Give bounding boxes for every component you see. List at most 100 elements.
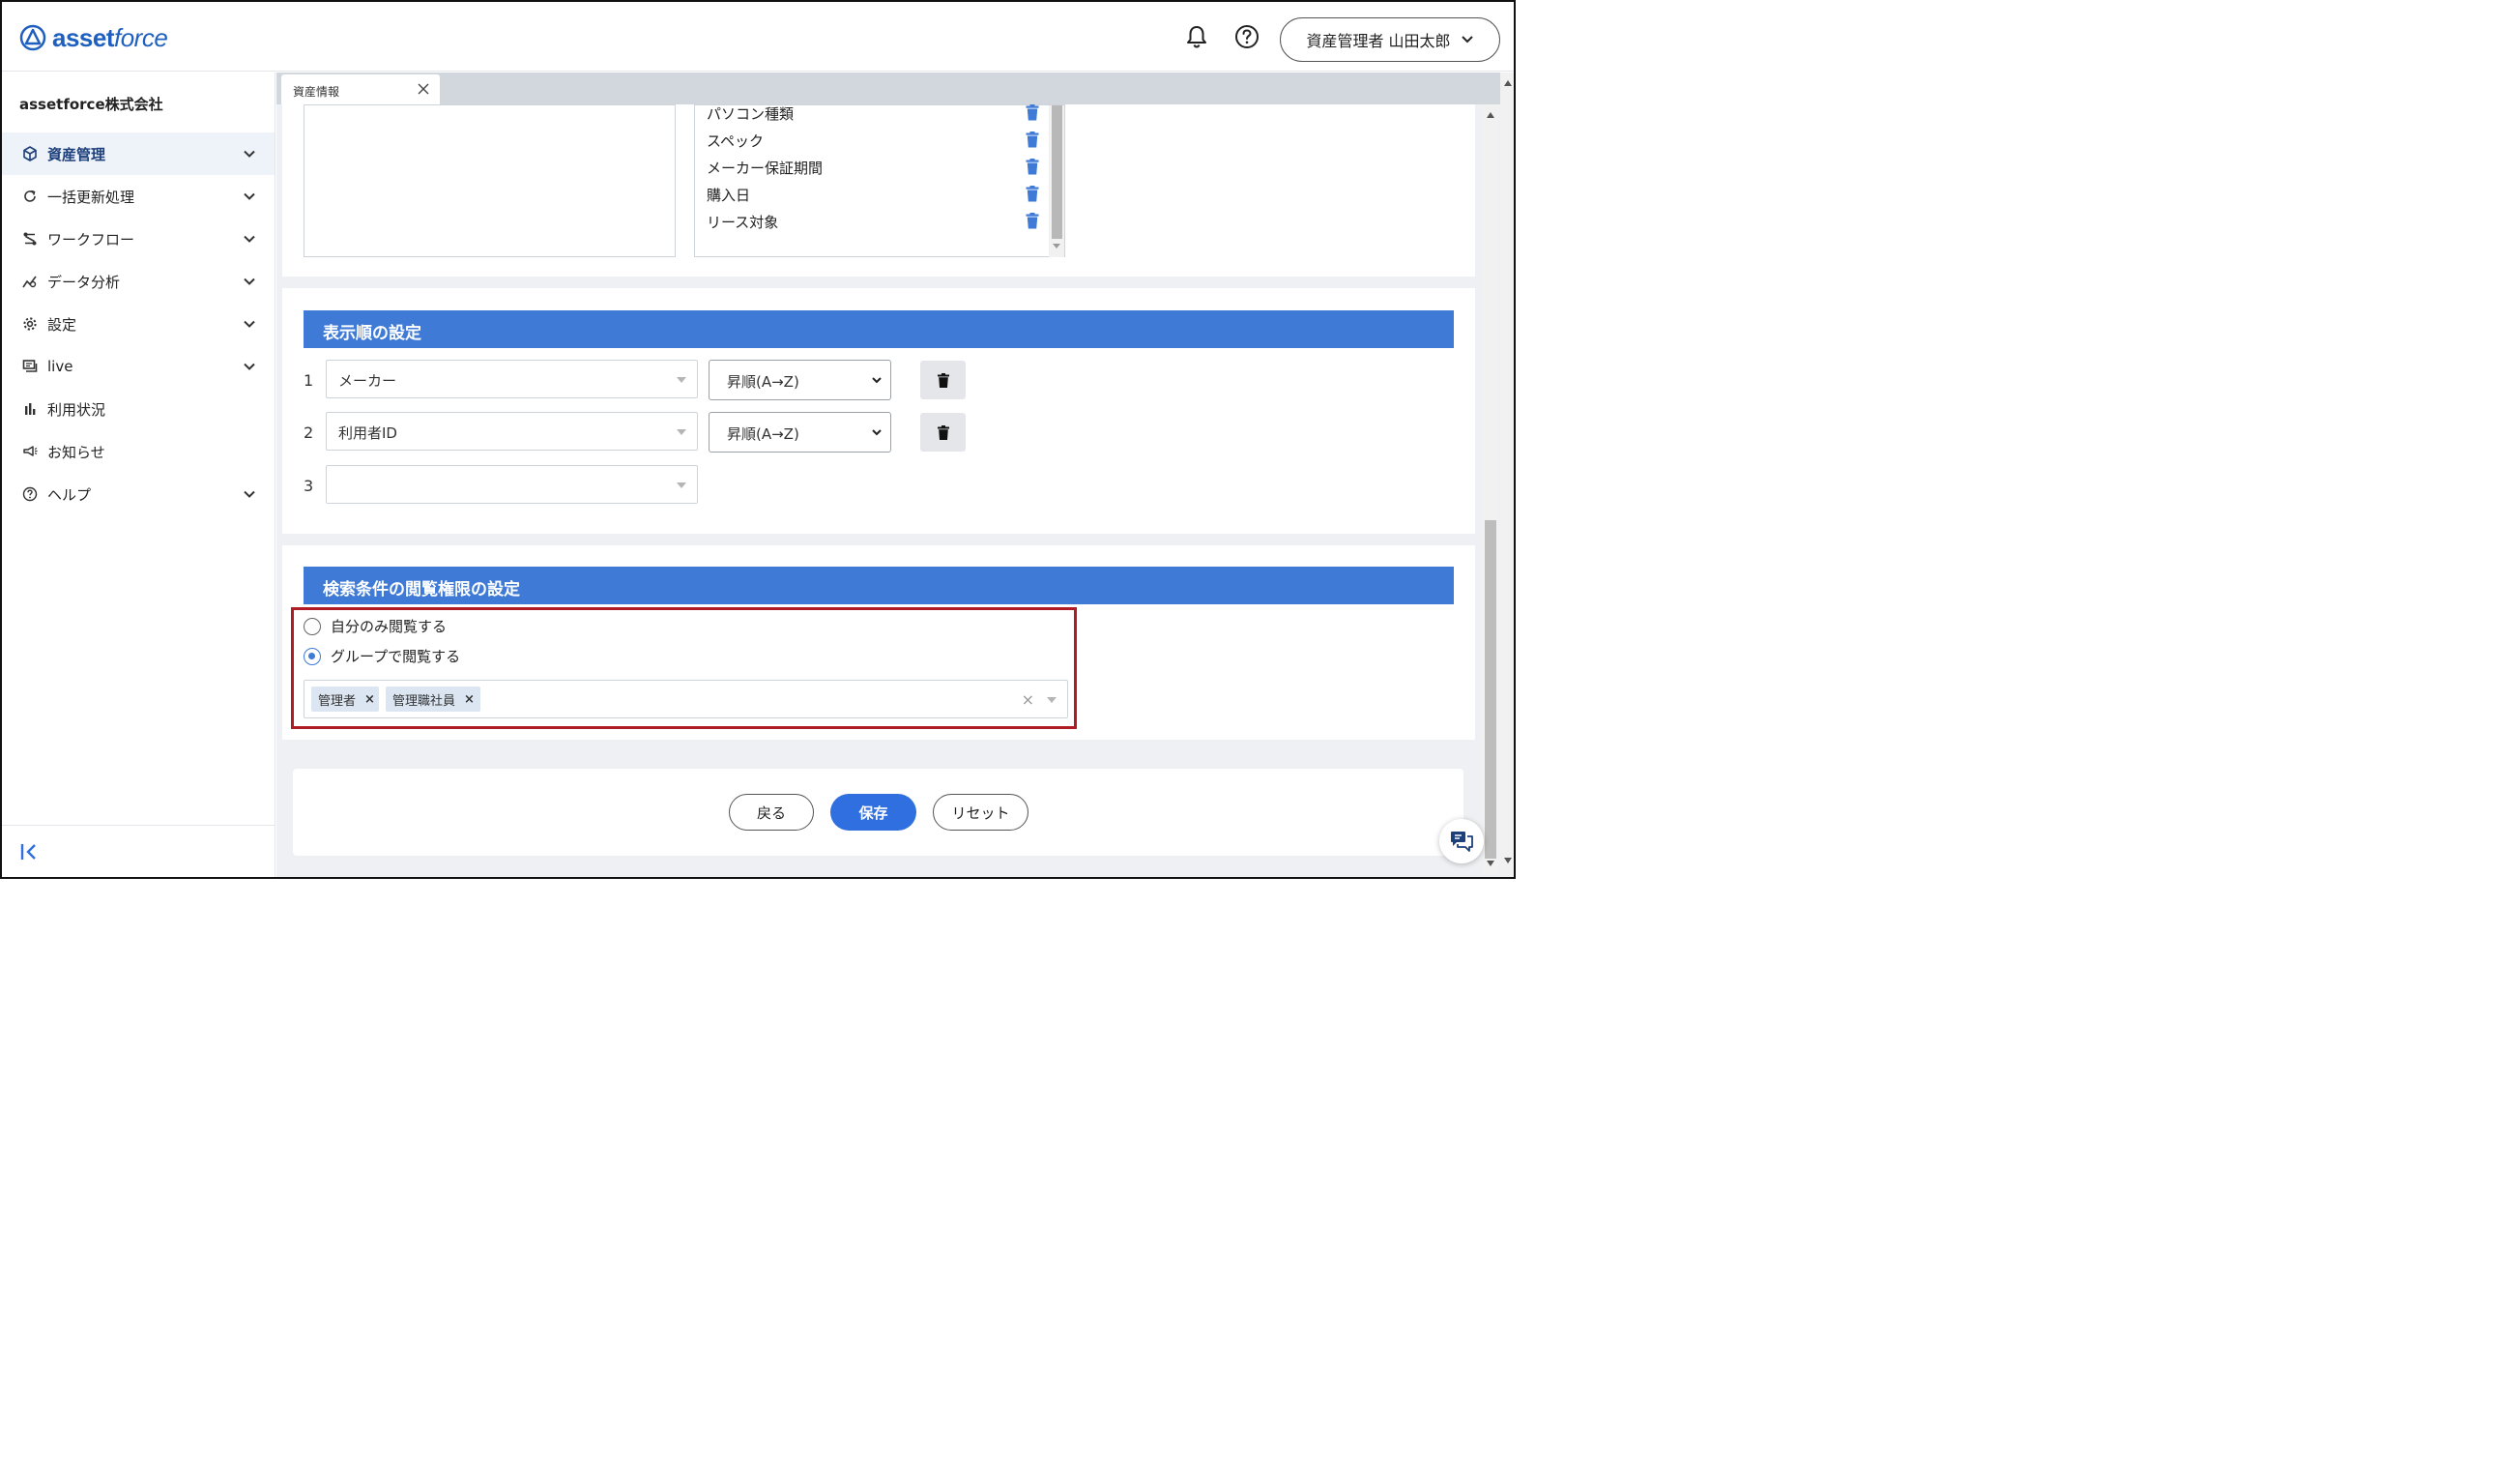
display-fields-card: パソコン種類 スペック メーカー保証期間 購入日 リース対象 xyxy=(282,104,1475,277)
sidebar-item-label: ワークフロー xyxy=(47,230,135,248)
help-circle-icon xyxy=(21,485,39,503)
sort-field-select-3[interactable] xyxy=(326,465,698,504)
trash-icon[interactable] xyxy=(1026,213,1039,229)
collapse-sidebar-icon[interactable] xyxy=(19,841,41,862)
sort-section-title: 表示順の設定 xyxy=(304,310,1454,348)
chevron-down-icon xyxy=(872,429,882,436)
scroll-up-icon[interactable] xyxy=(1504,80,1512,86)
reset-button[interactable]: リセット xyxy=(933,794,1028,831)
workflow-icon xyxy=(21,230,39,248)
tab-asset-info[interactable]: 資産情報 xyxy=(281,74,440,104)
bar-chart-icon xyxy=(21,400,39,418)
radio-button-checked[interactable] xyxy=(304,647,321,665)
radio-group-view[interactable]: グループで閲覧する xyxy=(304,646,460,666)
gear-icon xyxy=(21,315,39,333)
scrollbar-thumb[interactable] xyxy=(1052,105,1062,239)
delete-sort-row-button[interactable] xyxy=(920,361,966,399)
help-icon[interactable] xyxy=(1233,23,1260,50)
group-multi-select[interactable]: 管理者 × 管理職社員 × × xyxy=(304,680,1068,718)
list-scrollbar[interactable] xyxy=(1049,105,1064,257)
chevron-down-icon xyxy=(244,363,255,370)
back-button[interactable]: 戻る xyxy=(729,794,814,831)
radio-self-only[interactable]: 自分のみ閲覧する xyxy=(304,616,447,636)
sidebar-item-asset-management[interactable]: 資産管理 xyxy=(2,132,275,175)
sidebar-nav: 資産管理 一括更新処理 ワークフロー データ分析 設定 live 利用状況 お知… xyxy=(2,132,275,515)
list-item[interactable]: メーカー保証期間 xyxy=(707,157,1039,178)
analytics-icon xyxy=(21,273,39,290)
content-scrollbar[interactable] xyxy=(1483,104,1498,874)
sidebar-item-label: live xyxy=(47,358,73,375)
remove-chip-icon[interactable]: × xyxy=(464,692,475,707)
sort-row-number: 1 xyxy=(304,371,314,390)
caret-down-icon xyxy=(677,429,686,435)
list-item[interactable]: リース対象 xyxy=(707,211,1039,232)
user-name: 資産管理者 山田太郎 xyxy=(1306,32,1451,50)
page-scrollbar[interactable] xyxy=(1500,73,1514,877)
remove-chip-icon[interactable]: × xyxy=(364,692,375,707)
sort-field-select-2[interactable]: 利用者ID xyxy=(326,412,698,451)
cube-icon xyxy=(21,145,39,162)
trash-icon[interactable] xyxy=(1026,159,1039,175)
list-item[interactable]: スペック xyxy=(707,130,1039,151)
trash-icon[interactable] xyxy=(1026,104,1039,121)
sidebar-item-help[interactable]: ヘルプ xyxy=(2,473,275,515)
bell-icon[interactable] xyxy=(1183,23,1210,50)
tab-bar: 資産情報 xyxy=(276,73,1500,104)
sort-order-card: 表示順の設定 1 メーカー 昇順(A→Z) 2 利用者ID 昇順(A→Z) 3 xyxy=(282,288,1475,534)
company-name: assetforce株式会社 xyxy=(19,96,163,113)
chevron-down-icon xyxy=(244,192,255,200)
scroll-up-icon[interactable] xyxy=(1487,112,1494,118)
list-item[interactable]: 購入日 xyxy=(707,184,1039,205)
sort-order-select-1[interactable]: 昇順(A→Z) xyxy=(709,360,891,400)
live-icon xyxy=(21,358,39,375)
clear-icon[interactable]: × xyxy=(1022,690,1034,709)
trash-icon xyxy=(937,424,949,440)
caret-down-icon[interactable] xyxy=(1046,696,1057,704)
chevron-down-icon xyxy=(244,490,255,498)
list-item[interactable]: パソコン種類 xyxy=(707,102,1039,124)
sidebar-footer xyxy=(2,825,275,877)
user-menu-button[interactable]: 資産管理者 山田太郎 xyxy=(1280,17,1500,62)
caret-down-icon xyxy=(677,482,686,488)
sidebar-item-data-analysis[interactable]: データ分析 xyxy=(2,260,275,303)
sidebar-item-usage[interactable]: 利用状況 xyxy=(2,388,275,430)
scroll-down-icon[interactable] xyxy=(1487,861,1494,866)
close-icon[interactable] xyxy=(417,82,430,96)
group-chip: 管理職社員 × xyxy=(386,687,480,712)
sidebar-item-label: 利用状況 xyxy=(47,400,106,419)
chevron-down-icon xyxy=(244,278,255,285)
scrollbar-thumb[interactable] xyxy=(1485,520,1496,859)
sidebar-item-label: 設定 xyxy=(47,315,77,334)
sidebar-item-notices[interactable]: お知らせ xyxy=(2,430,275,473)
selected-fields-list[interactable]: パソコン種類 スペック メーカー保証期間 購入日 リース対象 xyxy=(694,104,1065,257)
sort-row-number: 2 xyxy=(304,424,314,442)
sort-field-select-1[interactable]: メーカー xyxy=(326,360,698,398)
tab-label: 資産情報 xyxy=(293,85,340,99)
sidebar-item-label: ヘルプ xyxy=(47,485,92,504)
trash-icon[interactable] xyxy=(1026,131,1039,148)
radio-button[interactable] xyxy=(304,617,321,635)
available-fields-list[interactable] xyxy=(304,104,676,257)
permission-section-title: 検索条件の閲覧権限の設定 xyxy=(304,567,1454,604)
top-header: assetforce 資産管理者 山田太郎 xyxy=(2,2,1514,72)
sort-row-number: 3 xyxy=(304,477,314,495)
trash-icon[interactable] xyxy=(1026,186,1039,202)
sidebar-item-bulk-update[interactable]: 一括更新処理 xyxy=(2,175,275,218)
sort-order-select-2[interactable]: 昇順(A→Z) xyxy=(709,412,891,453)
caret-down-icon xyxy=(677,377,686,383)
sidebar-item-settings[interactable]: 設定 xyxy=(2,303,275,345)
delete-sort-row-button[interactable] xyxy=(920,413,966,452)
assetforce-logo[interactable]: assetforce xyxy=(19,21,168,54)
scroll-down-icon[interactable] xyxy=(1053,244,1060,249)
scroll-down-icon[interactable] xyxy=(1504,858,1512,863)
chevron-down-icon xyxy=(244,150,255,158)
trash-icon xyxy=(937,372,949,388)
chat-icon xyxy=(1451,832,1473,852)
save-button[interactable]: 保存 xyxy=(830,794,916,831)
chevron-down-icon xyxy=(244,320,255,328)
sidebar: assetforce株式会社 資産管理 一括更新処理 ワークフロー データ分析 … xyxy=(2,73,275,877)
sidebar-item-workflow[interactable]: ワークフロー xyxy=(2,218,275,260)
chat-button[interactable] xyxy=(1439,819,1484,863)
sidebar-item-label: お知らせ xyxy=(47,443,105,461)
sidebar-item-live[interactable]: live xyxy=(2,345,275,388)
